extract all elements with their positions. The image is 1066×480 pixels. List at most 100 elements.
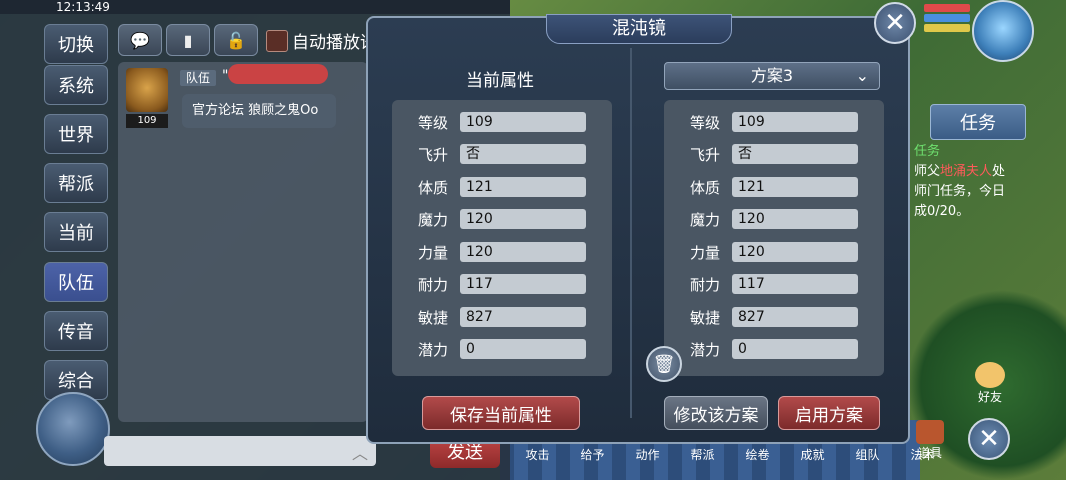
avatar[interactable]: [126, 68, 168, 112]
scheme-row-constitution: 体质 121: [680, 176, 858, 198]
chat-input[interactable]: ︿: [104, 436, 376, 466]
attr-row-potential: 潜力 0: [408, 338, 586, 360]
note-icon[interactable]: ▮: [166, 24, 210, 56]
save-current-button[interactable]: 保存当前属性: [422, 396, 580, 430]
chest-icon: [916, 420, 944, 444]
auto-play-checkbox[interactable]: [266, 29, 288, 52]
attr-value: 827: [460, 307, 586, 327]
attr-value: 121: [460, 177, 586, 197]
attr-label: 等级: [417, 113, 448, 132]
redacted-name: [228, 64, 328, 84]
attr-label: 潜力: [689, 340, 720, 359]
attr-label: 力量: [689, 243, 720, 262]
channel-tag: 队伍: [180, 70, 216, 86]
quest-line-3: 成0/20。: [914, 204, 970, 219]
attr-row-ascend: 飞升否: [408, 143, 586, 165]
toolbar-action[interactable]: 动作: [620, 446, 675, 466]
auto-play-label: 自动播放语: [292, 33, 377, 53]
scheme-dropdown[interactable]: 方案3 ⌄: [664, 62, 880, 90]
enable-scheme-button[interactable]: 启用方案: [778, 396, 880, 430]
tab-label: 队伍: [58, 273, 94, 294]
status-bar: 12:13:49: [0, 0, 510, 14]
attr-value: 120: [460, 242, 586, 262]
player-avatar[interactable]: [972, 0, 1034, 62]
scheme-row-strength: 力量 120: [680, 241, 858, 263]
attr-value: 否: [460, 144, 586, 164]
toolbar-skill[interactable]: 法术: [895, 446, 950, 466]
sp-bar: [924, 24, 970, 32]
tab-switch[interactable]: 切换: [44, 24, 108, 64]
attr-value: 117: [460, 274, 586, 294]
attr-row-agility: 敏捷 827: [408, 306, 586, 328]
scheme-attributes-box: [664, 100, 884, 376]
message-bubble[interactable]: 官方论坛 狼顾之鬼Oo: [182, 94, 336, 128]
clock: 12:13:49: [56, 0, 110, 14]
quest-text: 师父: [914, 164, 941, 179]
modify-scheme-button[interactable]: 修改该方案: [664, 396, 768, 430]
close-icon[interactable]: ✕: [874, 2, 916, 44]
scheme-row-endurance: 耐力 117: [680, 273, 858, 295]
tab-label: 当前: [58, 223, 94, 244]
attr-value: 0: [732, 339, 858, 359]
tab-system[interactable]: 系统: [44, 65, 108, 105]
chat-bubble-icon[interactable]: 💬: [118, 24, 162, 56]
tab-label: 传音: [58, 322, 94, 343]
quest-panel[interactable]: 任务 师父地涌夫人处 师门任务，今日 成0/20。: [910, 142, 1066, 219]
quest-title: 任务: [914, 144, 941, 159]
attr-label: 飞升: [689, 145, 720, 164]
quest-npc: 地涌夫人: [940, 164, 993, 179]
joystick[interactable]: [36, 392, 110, 466]
attr-label: 敏捷: [417, 308, 448, 327]
chevron-up-icon[interactable]: ︿: [352, 440, 368, 464]
toolbar-scroll[interactable]: 绘卷: [730, 446, 785, 466]
attr-label: 等级: [689, 113, 720, 132]
auto-play-toggle[interactable]: 自动播放语: [266, 28, 377, 53]
attr-row-level: 等级 109: [408, 111, 586, 133]
attr-value: 117: [732, 274, 858, 294]
unlock-icon[interactable]: 🔓: [214, 24, 258, 56]
attr-value: 否: [732, 144, 858, 164]
attr-label: 力量: [417, 243, 448, 262]
scheme-row-level: 等级 109: [680, 111, 858, 133]
quest-line-2: 师门任务，今日: [914, 184, 1006, 199]
tab-world[interactable]: 世界: [44, 114, 108, 154]
toolbar-guild[interactable]: 帮派: [675, 446, 730, 466]
quest-line-1: 师父地涌夫人处: [914, 162, 1066, 182]
attr-label: 敏捷: [689, 308, 720, 327]
chevron-down-icon: ⌄: [855, 66, 869, 85]
avatar-level: 109: [126, 114, 168, 128]
attr-value: 121: [732, 177, 858, 197]
attr-label: 魔力: [689, 210, 720, 229]
attr-value: 0: [460, 339, 586, 359]
attr-label: 潜力: [417, 340, 448, 359]
attr-value: 109: [460, 112, 586, 132]
hp-bar: [924, 4, 970, 12]
attr-label: 体质: [417, 178, 448, 197]
tab-current[interactable]: 当前: [44, 212, 108, 252]
tab-whisper[interactable]: 传音: [44, 311, 108, 351]
toolbar-give[interactable]: 给予: [565, 446, 620, 466]
bottom-toolbar: 攻击 给予 动作 帮派 绘卷 成就 组队 法术: [510, 446, 950, 466]
attr-row-magic: 魔力 120: [408, 208, 586, 230]
tab-team[interactable]: 队伍: [44, 262, 108, 302]
toolbar-achievement[interactable]: 成就: [785, 446, 840, 466]
attr-label: 体质: [689, 178, 720, 197]
toolbar-team[interactable]: 组队: [840, 446, 895, 466]
task-button[interactable]: 任务: [930, 104, 1026, 140]
friend-label: 好友: [977, 390, 1002, 404]
close-hud-icon[interactable]: ✕: [968, 418, 1010, 460]
attr-label: 耐力: [689, 275, 720, 294]
tab-label: 系统: [58, 76, 94, 97]
scheme-row-ascend: 飞升否: [680, 143, 858, 165]
tab-guild[interactable]: 帮派: [44, 163, 108, 203]
trash-icon[interactable]: 🗑: [646, 346, 682, 382]
dialog-title: 混沌镜: [546, 14, 732, 44]
attr-row-constitution: 体质 121: [408, 176, 586, 198]
attr-value: 827: [732, 307, 858, 327]
tab-label: 帮派: [58, 174, 94, 195]
handshake-icon: [975, 362, 1005, 388]
current-attributes-box: [392, 100, 612, 376]
toolbar-attack[interactable]: 攻击: [510, 446, 565, 466]
friend-button[interactable]: 好友: [970, 362, 1010, 404]
attr-label: 魔力: [417, 210, 448, 229]
